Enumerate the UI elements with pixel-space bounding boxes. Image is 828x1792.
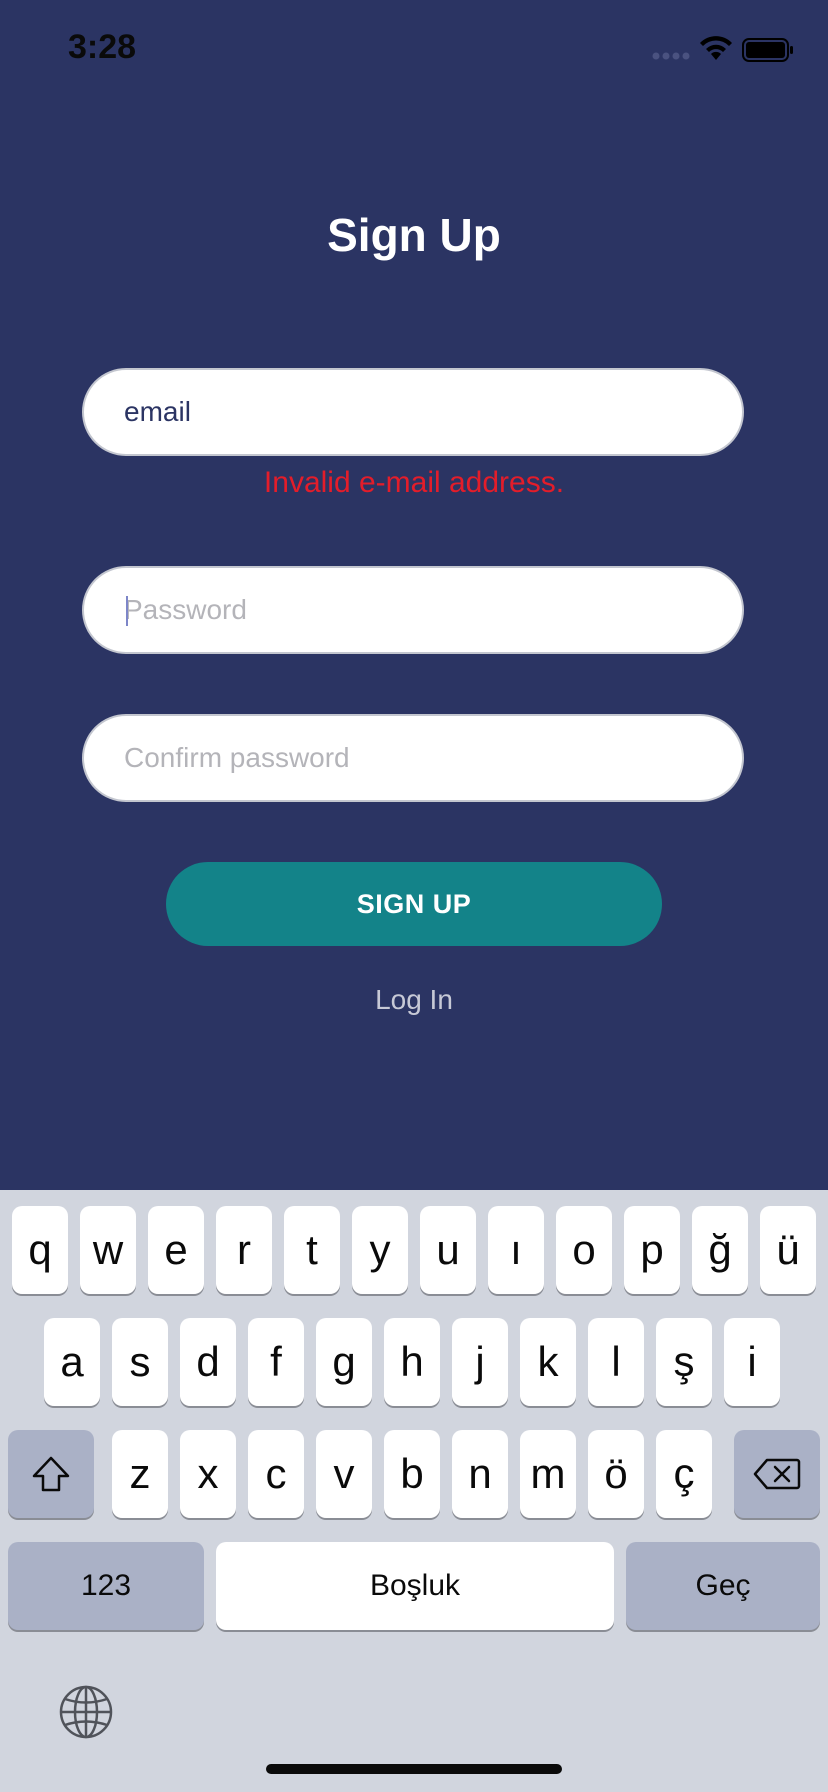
battery-icon	[742, 38, 793, 62]
status-bar: 3:28	[0, 0, 828, 100]
key-t[interactable]: t	[284, 1206, 340, 1294]
space-key[interactable]: Boşluk	[216, 1542, 614, 1630]
email-field[interactable]	[82, 368, 744, 456]
key-u[interactable]: u	[420, 1206, 476, 1294]
key-z[interactable]: z	[112, 1430, 168, 1518]
key-j[interactable]: j	[452, 1318, 508, 1406]
password-input[interactable]	[124, 568, 704, 652]
key-d[interactable]: d	[180, 1318, 236, 1406]
key-c-cedilla[interactable]: ç	[656, 1430, 712, 1518]
cellular-signal-icon	[652, 52, 690, 60]
key-e[interactable]: e	[148, 1206, 204, 1294]
key-g[interactable]: g	[316, 1318, 372, 1406]
globe-icon[interactable]	[58, 1684, 114, 1740]
key-h[interactable]: h	[384, 1318, 440, 1406]
key-k[interactable]: k	[520, 1318, 576, 1406]
key-g-breve[interactable]: ğ	[692, 1206, 748, 1294]
shift-icon	[32, 1456, 70, 1492]
key-y[interactable]: y	[352, 1206, 408, 1294]
key-dotless-i[interactable]: ı	[488, 1206, 544, 1294]
key-v[interactable]: v	[316, 1430, 372, 1518]
key-b[interactable]: b	[384, 1430, 440, 1518]
sign-up-button[interactable]: SIGN UP	[166, 862, 662, 946]
numbers-key[interactable]: 123	[8, 1542, 204, 1630]
wifi-icon	[700, 36, 732, 60]
email-error-message: Invalid e-mail address.	[263, 466, 565, 499]
key-s[interactable]: s	[112, 1318, 168, 1406]
log-in-link[interactable]: Log In	[0, 984, 828, 1016]
key-p[interactable]: p	[624, 1206, 680, 1294]
key-x[interactable]: x	[180, 1430, 236, 1518]
return-key[interactable]: Geç	[626, 1542, 820, 1630]
backspace-key[interactable]	[734, 1430, 820, 1518]
backspace-icon	[753, 1458, 801, 1490]
key-s-cedilla[interactable]: ş	[656, 1318, 712, 1406]
key-f[interactable]: f	[248, 1318, 304, 1406]
key-o-umlaut[interactable]: ö	[588, 1430, 644, 1518]
key-u-umlaut[interactable]: ü	[760, 1206, 816, 1294]
home-indicator[interactable]	[266, 1764, 562, 1774]
text-cursor	[126, 596, 128, 626]
shift-key[interactable]	[8, 1430, 94, 1518]
confirm-password-input[interactable]	[124, 716, 704, 800]
key-l[interactable]: l	[588, 1318, 644, 1406]
page-title: Sign Up	[327, 209, 501, 261]
status-time: 3:28	[68, 28, 137, 66]
confirm-password-field[interactable]	[82, 714, 744, 802]
key-q[interactable]: q	[12, 1206, 68, 1294]
key-w[interactable]: w	[80, 1206, 136, 1294]
key-m[interactable]: m	[520, 1430, 576, 1518]
key-n[interactable]: n	[452, 1430, 508, 1518]
key-o[interactable]: o	[556, 1206, 612, 1294]
password-field[interactable]	[82, 566, 744, 654]
key-r[interactable]: r	[216, 1206, 272, 1294]
key-a[interactable]: a	[44, 1318, 100, 1406]
key-c[interactable]: c	[248, 1430, 304, 1518]
email-input[interactable]	[124, 370, 704, 454]
key-i[interactable]: i	[724, 1318, 780, 1406]
